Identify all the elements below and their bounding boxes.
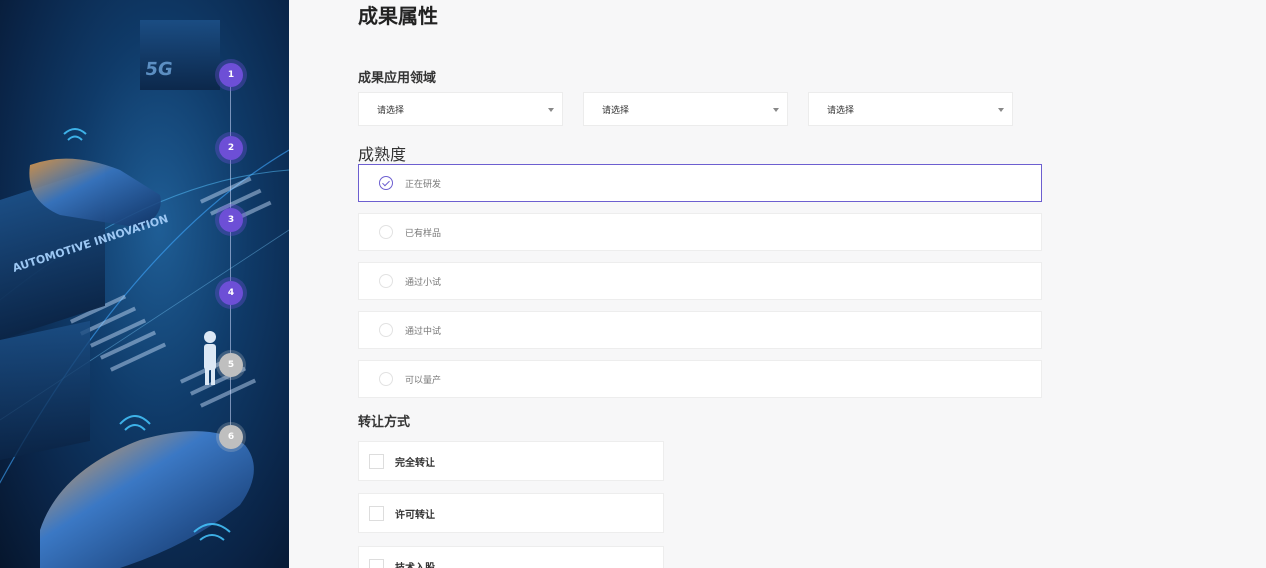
radio-icon xyxy=(379,274,393,288)
step-5-indicator: 5 xyxy=(219,353,243,377)
maturity-option-in-development[interactable]: 正在研发 xyxy=(358,164,1042,202)
application-field-label: 成果应用领域 xyxy=(358,71,437,86)
radio-icon xyxy=(379,323,393,337)
step-number: 3 xyxy=(227,215,235,225)
page-title: 成果属性 xyxy=(358,4,438,28)
option-label: 可以量产 xyxy=(405,375,442,386)
radio-icon xyxy=(379,372,393,386)
transfer-option-equity[interactable]: 技术入股 xyxy=(358,546,664,568)
caret-down-icon xyxy=(998,108,1004,112)
smart-city-illustration: 5G AUTOMOTIVE INNOVATION xyxy=(0,20,289,568)
maturity-option-sample-available[interactable]: 已有样品 xyxy=(358,213,1042,251)
checkbox-icon xyxy=(369,453,384,469)
maturity-option-pilot-test[interactable]: 通过小试 xyxy=(358,262,1042,300)
step-number: 4 xyxy=(227,288,235,298)
application-field-select-2[interactable]: 请选择 xyxy=(583,92,788,126)
caret-down-icon xyxy=(548,108,554,112)
transfer-option-license[interactable]: 许可转让 xyxy=(358,493,664,533)
maturity-option-mass-production[interactable]: 可以量产 xyxy=(358,360,1042,398)
step-1-indicator: 1 xyxy=(219,63,243,87)
option-label: 正在研发 xyxy=(405,179,442,190)
achievement-attributes-form: 成果属性 成果应用领域 请选择 请选择 请选择 成熟度 正在研发 已有样品 通过… xyxy=(289,0,1266,568)
transfer-option-full[interactable]: 完全转让 xyxy=(358,441,664,481)
radio-checked-icon xyxy=(379,176,393,190)
caret-down-icon xyxy=(773,108,779,112)
option-label: 已有样品 xyxy=(405,228,442,239)
option-label: 技术入股 xyxy=(395,562,435,568)
option-label: 完全转让 xyxy=(395,457,435,469)
maturity-option-intermediate-test[interactable]: 通过中试 xyxy=(358,311,1042,349)
checkbox-icon xyxy=(369,505,384,521)
step-number: 6 xyxy=(227,432,235,442)
step-number: 5 xyxy=(227,360,235,370)
hero-image: 5G AUTOMOTIVE INNOVATION 1 2 3 4 5 6 xyxy=(0,0,289,568)
select-value: 请选择 xyxy=(602,105,630,116)
option-label: 许可转让 xyxy=(395,509,435,521)
transfer-method-label: 转让方式 xyxy=(358,415,411,430)
progress-line xyxy=(230,75,231,437)
step-number: 1 xyxy=(227,70,235,80)
step-6-indicator: 6 xyxy=(219,425,243,449)
step-3-indicator: 3 xyxy=(219,208,243,232)
step-4-indicator: 4 xyxy=(219,281,243,305)
select-value: 请选择 xyxy=(827,105,855,116)
option-label: 通过小试 xyxy=(405,277,442,288)
option-label: 通过中试 xyxy=(405,326,442,337)
maturity-label: 成熟度 xyxy=(358,145,407,164)
banner-text: 5G xyxy=(144,59,174,80)
step-2-indicator: 2 xyxy=(219,136,243,160)
select-value: 请选择 xyxy=(377,105,405,116)
application-field-select-1[interactable]: 请选择 xyxy=(358,92,563,126)
radio-icon xyxy=(379,225,393,239)
step-number: 2 xyxy=(227,143,235,153)
application-field-select-3[interactable]: 请选择 xyxy=(808,92,1013,126)
checkbox-icon xyxy=(369,558,384,568)
